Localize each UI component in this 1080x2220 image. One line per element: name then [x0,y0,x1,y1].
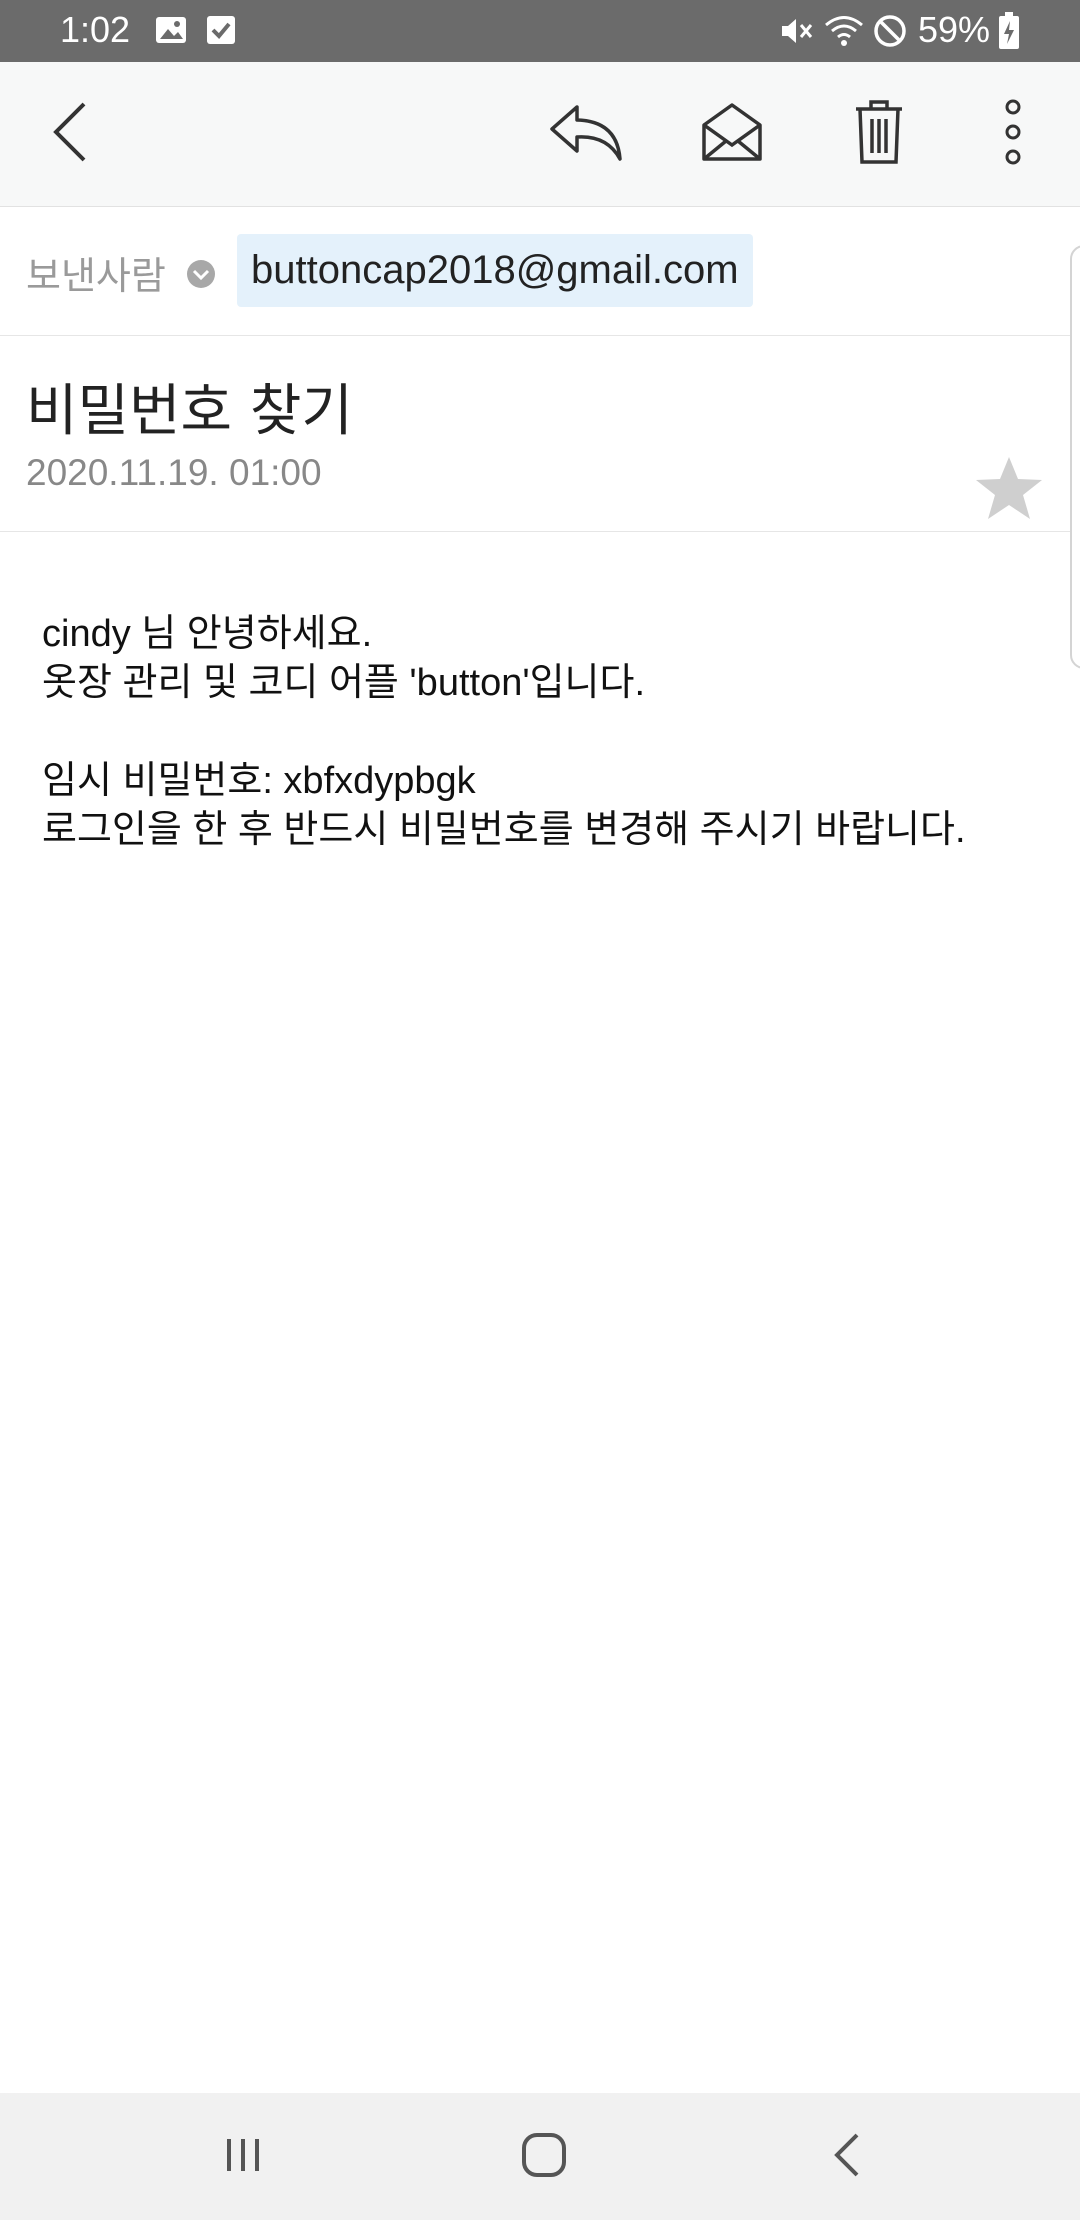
email-subject: 비밀번호 찾기 [26,379,353,444]
mark-unread-icon [701,101,763,167]
delete-button[interactable] [833,62,925,206]
do-not-disturb-icon [873,14,907,52]
navigation-bar [0,2093,1080,2220]
home-button[interactable] [464,2093,624,2220]
body-line: 임시 비밀번호: xbfxdypbgk [42,760,476,802]
subject-divider [0,531,1070,532]
back-icon [50,100,90,168]
scroll-handle[interactable] [1070,245,1080,669]
recent-apps-button[interactable] [163,2093,323,2220]
back-button[interactable] [30,62,110,206]
wifi-icon [824,14,864,52]
recent-apps-icon [223,2135,263,2179]
sender-label: 보낸사람 [26,254,166,298]
battery-charging-icon [998,12,1020,54]
email-body: cindy 님 안녕하세요. 옷장 관리 및 코디 어플 'button'입니다… [42,610,966,855]
sender-address-chip[interactable]: buttoncap2018@gmail.com [237,234,753,307]
reply-button[interactable] [540,62,632,206]
email-toolbar [0,62,1080,207]
image-icon [155,14,187,50]
more-icon [1002,99,1024,169]
sender-row: 보낸사람 buttoncap2018@gmail.com [0,207,1070,336]
body-line [42,708,966,757]
star-icon[interactable] [974,455,1044,525]
check-box-icon [206,14,236,50]
battery-percent: 59% [918,9,991,50]
home-icon [521,2132,567,2182]
trash-icon [854,99,904,169]
email-date: 2020.11.19. 01:00 [26,452,322,493]
nav-back-button[interactable] [767,2093,927,2220]
mute-icon [779,14,815,52]
chevron-down-icon[interactable] [186,259,216,293]
body-line: 옷장 관리 및 코디 어플 'button'입니다. [42,662,646,704]
status-time: 1:02 [60,9,131,50]
body-line: cindy 님 안녕하세요. [42,613,373,655]
nav-back-icon [832,2132,862,2182]
reply-icon [549,103,623,165]
status-bar: 1:02 59% [0,0,1080,62]
body-line: 로그인을 한 후 반드시 비밀번호를 변경해 주시기 바랍니다. [42,809,966,851]
mark-unread-button[interactable] [686,62,778,206]
more-options-button[interactable] [978,62,1048,206]
